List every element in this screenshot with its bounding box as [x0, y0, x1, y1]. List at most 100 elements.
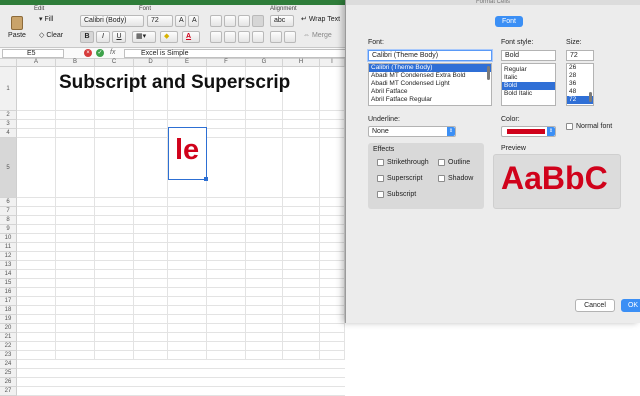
align-justify-icon[interactable]	[252, 15, 264, 27]
size-field[interactable]: 72	[566, 50, 594, 61]
normal-font-checkbox[interactable]	[566, 123, 573, 130]
font-list-item[interactable]: Abadi MT Condensed Extra Bold	[369, 72, 491, 80]
row-header[interactable]: 19	[0, 315, 17, 324]
row-header[interactable]: 5	[0, 138, 17, 198]
underline-button[interactable]: U	[112, 31, 126, 43]
row-header[interactable]: 16	[0, 288, 17, 297]
select-all-corner[interactable]	[0, 59, 17, 67]
column-header[interactable]: D	[134, 59, 168, 67]
row-header[interactable]: 7	[0, 207, 17, 216]
font-list-item[interactable]: Abadi MT Condensed Light	[369, 80, 491, 88]
cancel-entry-icon[interactable]: ×	[84, 49, 92, 57]
fx-icon[interactable]: fx	[110, 49, 115, 56]
size-list-item[interactable]: 26	[567, 64, 593, 72]
paste-button[interactable]: Paste	[6, 14, 28, 46]
row-header[interactable]: 17	[0, 297, 17, 306]
fill-color-button[interactable]: ◆	[160, 31, 178, 43]
column-header[interactable]: H	[283, 59, 320, 67]
row-header[interactable]: 18	[0, 306, 17, 315]
worksheet-grid[interactable]: ABCDEFGHI 1 2 3 4 5 6 7 8 9 10 11 12 13 14 15 16 17 18 19 2…	[0, 59, 345, 396]
row-header[interactable]: 14	[0, 270, 17, 279]
column-header[interactable]: B	[56, 59, 95, 67]
align-top-icon[interactable]	[210, 15, 222, 27]
align-left-icon[interactable]	[210, 31, 222, 43]
font-style-list[interactable]: Regular Italic Bold Bold Italic	[501, 63, 556, 106]
decrease-indent-icon[interactable]	[270, 31, 282, 43]
column-header[interactable]: I	[320, 59, 345, 67]
row-header[interactable]: 21	[0, 333, 17, 342]
size-list[interactable]: 26 28 36 48 72	[566, 63, 594, 106]
row-header[interactable]: 25	[0, 369, 17, 378]
row-header[interactable]: 15	[0, 279, 17, 288]
font-list-item[interactable]: Abril Fatface	[369, 88, 491, 96]
italic-button[interactable]: I	[96, 31, 110, 43]
row-header[interactable]: 1	[0, 67, 17, 111]
row-header[interactable]: 2	[0, 111, 17, 120]
wrap-text-button[interactable]: ↵ Wrap Text	[298, 15, 343, 27]
subscript-checkbox[interactable]	[377, 191, 384, 198]
column-header[interactable]: C	[95, 59, 134, 67]
underline-select[interactable]: None ⇕	[368, 126, 456, 137]
row-header[interactable]: 9	[0, 225, 17, 234]
font-style-list-item[interactable]: Bold	[502, 82, 555, 90]
row-header[interactable]: 27	[0, 387, 17, 396]
confirm-entry-icon[interactable]: ✓	[96, 49, 104, 57]
row-header[interactable]: 26	[0, 378, 17, 387]
name-box[interactable]: E5	[2, 49, 64, 58]
orientation-button[interactable]: abc	[270, 15, 294, 27]
row-header[interactable]: 22	[0, 342, 17, 351]
cancel-button[interactable]: Cancel	[575, 299, 615, 312]
font-list-item[interactable]: Abril Fatface Regular	[369, 96, 491, 104]
size-list-item[interactable]: 36	[567, 80, 593, 88]
font-name-field[interactable]: Calibri (Theme Body)	[368, 50, 492, 61]
superscript-checkbox[interactable]	[377, 175, 384, 182]
font-list-item[interactable]: Calibri (Theme Body)	[369, 64, 491, 72]
font-size-select[interactable]: 72	[147, 15, 173, 27]
strikethrough-checkbox[interactable]	[377, 159, 384, 166]
align-distributed-icon[interactable]	[252, 31, 264, 43]
font-style-list-item[interactable]: Bold Italic	[502, 90, 555, 98]
ok-button[interactable]: OK	[621, 299, 640, 312]
row-header[interactable]: 8	[0, 216, 17, 225]
row-header[interactable]: 24	[0, 360, 17, 369]
column-header[interactable]: A	[17, 59, 56, 67]
shadow-checkbox[interactable]	[438, 175, 445, 182]
clear-button[interactable]: ◇ Clear	[36, 31, 66, 43]
bold-button[interactable]: B	[80, 31, 94, 43]
tab-font[interactable]: Font	[495, 16, 523, 27]
row-header[interactable]: 11	[0, 243, 17, 252]
increase-indent-icon[interactable]	[284, 31, 296, 43]
font-style-list-item[interactable]: Regular	[502, 66, 555, 74]
decrease-font-icon[interactable]: A	[188, 15, 199, 27]
row-header[interactable]: 23	[0, 351, 17, 360]
align-right-icon[interactable]	[238, 31, 250, 43]
size-list-scrollbar[interactable]	[589, 92, 592, 102]
borders-button[interactable]: ▦▾	[132, 31, 156, 43]
align-middle-icon[interactable]	[224, 15, 236, 27]
row-header[interactable]: 20	[0, 324, 17, 333]
row-header[interactable]: 3	[0, 120, 17, 129]
font-style-list-item[interactable]: Italic	[502, 74, 555, 82]
merge-button[interactable]: ⇔ Merge	[300, 31, 335, 43]
row-header[interactable]: 4	[0, 129, 17, 138]
fill-button[interactable]: ▾ Fill	[36, 15, 56, 27]
column-header[interactable]: E	[168, 59, 207, 67]
size-list-item[interactable]: 28	[567, 72, 593, 80]
fill-handle[interactable]	[204, 177, 208, 181]
row-header[interactable]: 13	[0, 261, 17, 270]
row-header[interactable]: 10	[0, 234, 17, 243]
column-header[interactable]: F	[207, 59, 246, 67]
font-style-field[interactable]: Bold	[501, 50, 556, 61]
active-cell-e5[interactable]: le	[168, 127, 208, 181]
align-bottom-icon[interactable]	[238, 15, 250, 27]
font-name-select[interactable]: Calibri (Body)	[80, 15, 144, 27]
increase-font-icon[interactable]: A	[175, 15, 186, 27]
align-center-icon[interactable]	[224, 31, 236, 43]
font-list[interactable]: Calibri (Theme Body) Abadi MT Condensed E…	[368, 63, 492, 106]
outline-checkbox[interactable]	[438, 159, 445, 166]
row-header[interactable]: 12	[0, 252, 17, 261]
column-header[interactable]: G	[246, 59, 283, 67]
font-color-button[interactable]: A	[182, 31, 200, 43]
row-header[interactable]: 6	[0, 198, 17, 207]
font-list-scrollbar[interactable]	[487, 66, 490, 80]
